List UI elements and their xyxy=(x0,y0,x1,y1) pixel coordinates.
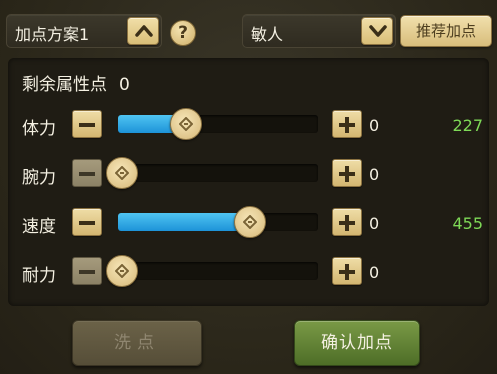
slider-knob[interactable] xyxy=(234,206,266,238)
question-mark-icon[interactable]: ? xyxy=(170,20,196,46)
remaining-points-label: 剩余属性点 xyxy=(22,75,107,95)
allocated-points: 0 xyxy=(369,165,380,184)
slider-knob[interactable] xyxy=(106,157,138,189)
allocated-points: 0 xyxy=(369,263,380,282)
chevron-up-icon[interactable] xyxy=(127,17,159,45)
stat-slider-track[interactable] xyxy=(118,164,318,182)
minus-icon xyxy=(79,221,95,225)
plus-icon-vertical xyxy=(345,117,349,133)
remaining-points-value: 0 xyxy=(119,75,130,95)
stat-value: 455 xyxy=(452,214,483,233)
stat-label: 速度 xyxy=(22,217,56,237)
stat-label: 体力 xyxy=(22,119,56,139)
plus-icon-vertical xyxy=(345,166,349,182)
stat-value: 227 xyxy=(452,116,483,135)
wash-points-button[interactable]: 洗点 xyxy=(72,320,202,366)
stat-slider-track[interactable] xyxy=(118,262,318,280)
stat-slider-track[interactable] xyxy=(118,115,318,133)
minus-button[interactable] xyxy=(72,159,102,187)
plan-dropdown-label: 加点方案1 xyxy=(15,25,90,44)
recommend-points-button[interactable]: 推荐加点 xyxy=(400,15,492,47)
remaining-points: 剩余属性点 0 xyxy=(22,70,130,95)
plus-button[interactable] xyxy=(332,208,362,236)
class-dropdown[interactable]: 敏人 xyxy=(242,14,396,48)
plan-dropdown[interactable]: 加点方案1 xyxy=(6,14,162,48)
stat-label: 耐力 xyxy=(22,266,56,286)
plus-icon-vertical xyxy=(345,264,349,280)
plus-icon-vertical xyxy=(345,215,349,231)
allocated-points: 0 xyxy=(369,116,380,135)
minus-button[interactable] xyxy=(72,257,102,285)
minus-icon xyxy=(79,123,95,127)
class-dropdown-label: 敏人 xyxy=(251,25,284,44)
attribute-allocation-dialog: 加点方案1 ? 敏人 推荐加点 剩余属性点 0 体力 0 227 腕力 0 速度… xyxy=(0,0,497,374)
stat-slider-fill xyxy=(118,213,250,231)
stat-label: 腕力 xyxy=(22,168,56,188)
slider-knob[interactable] xyxy=(170,108,202,140)
minus-icon xyxy=(79,172,95,176)
stat-slider-track[interactable] xyxy=(118,213,318,231)
chevron-down-icon[interactable] xyxy=(361,17,393,45)
slider-knob[interactable] xyxy=(106,255,138,287)
minus-button[interactable] xyxy=(72,208,102,236)
minus-button[interactable] xyxy=(72,110,102,138)
minus-icon xyxy=(79,270,95,274)
plus-button[interactable] xyxy=(332,110,362,138)
plus-button[interactable] xyxy=(332,257,362,285)
allocated-points: 0 xyxy=(369,214,380,233)
plus-button[interactable] xyxy=(332,159,362,187)
confirm-points-button[interactable]: 确认加点 xyxy=(294,320,420,366)
